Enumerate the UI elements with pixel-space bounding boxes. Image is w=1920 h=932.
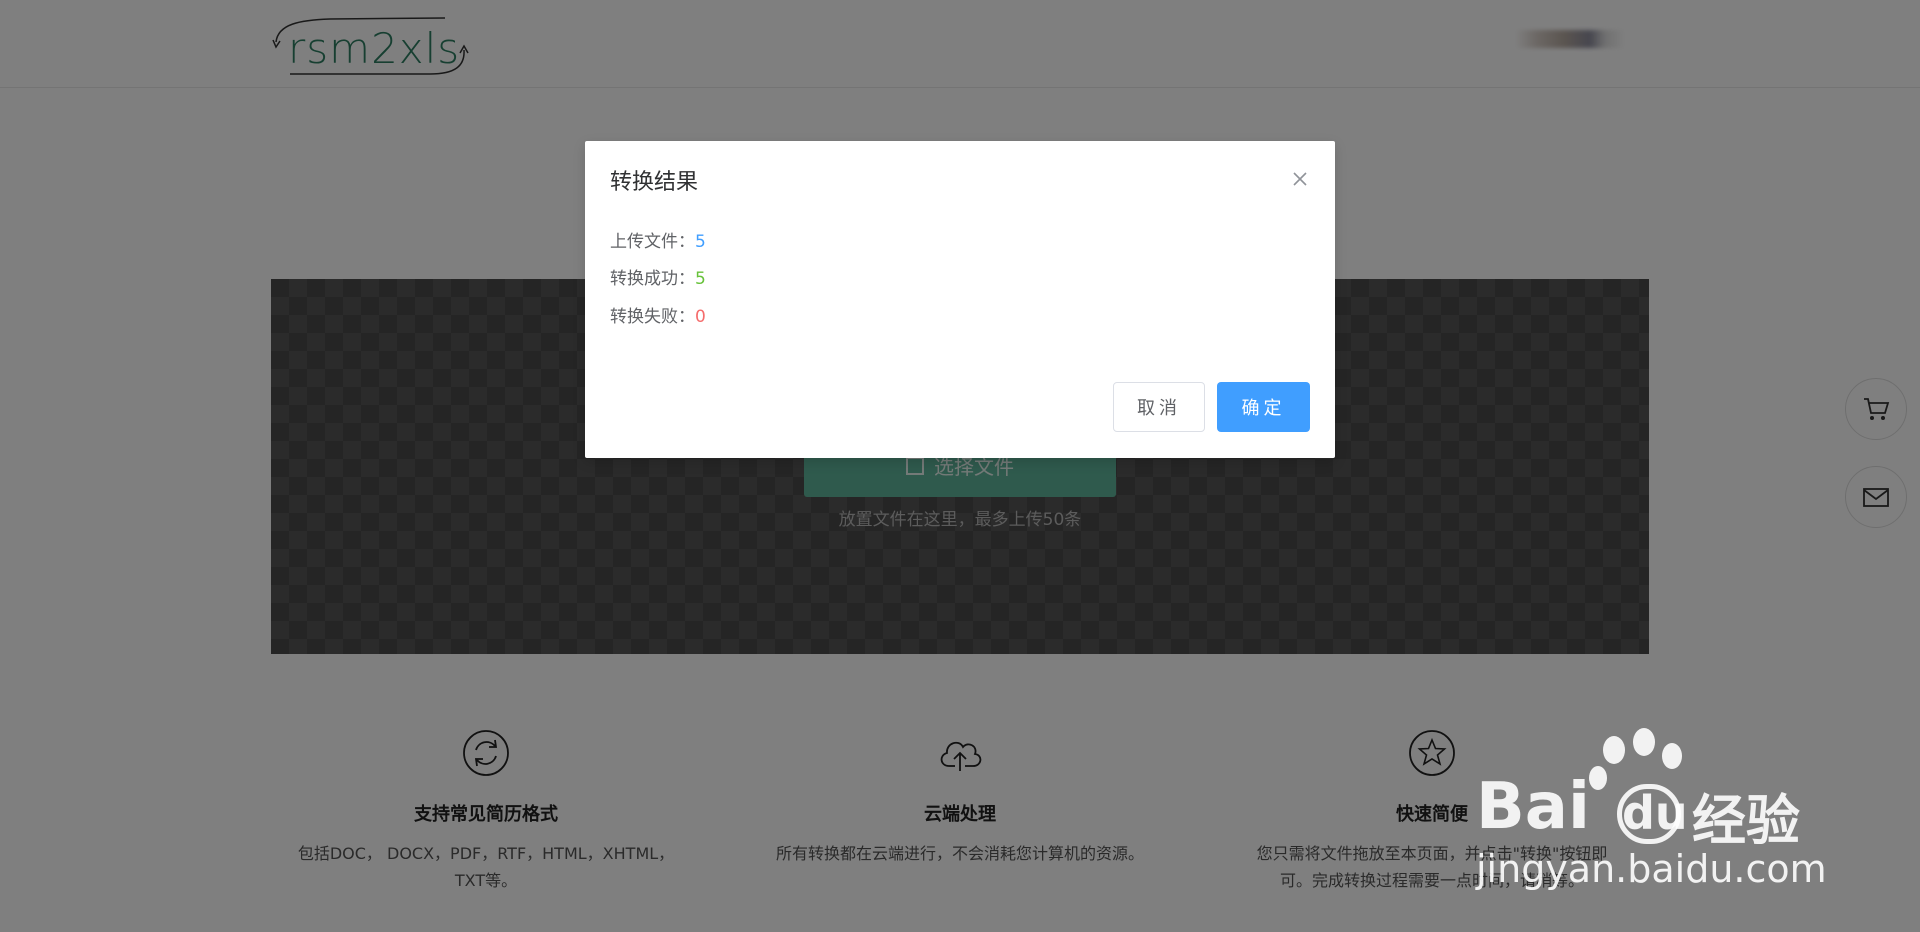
cancel-button[interactable]: 取消	[1113, 382, 1205, 432]
stat-label: 上传文件：	[610, 232, 695, 252]
conversion-result-dialog: 转换结果 上传文件：5 转换成功：5 转换失败：0 取消 确定	[585, 141, 1335, 458]
stat-value: 5	[695, 232, 706, 252]
stat-uploaded: 上传文件：5	[610, 227, 706, 252]
confirm-button[interactable]: 确定	[1217, 382, 1310, 432]
close-icon[interactable]	[1290, 169, 1310, 189]
dialog-title: 转换结果	[610, 170, 699, 195]
watermark-url: jingyan.baidu.com	[1476, 847, 1827, 891]
stat-label: 转换成功：	[610, 269, 695, 289]
baidu-watermark: Bai du 经验 jingyan.baidu.com	[1472, 728, 1920, 908]
stat-value: 5	[695, 269, 706, 289]
watermark-brand-du: du	[1617, 784, 1688, 844]
stat-success: 转换成功：5	[610, 264, 706, 289]
watermark-brand-cn: 经验	[1692, 789, 1800, 852]
stat-label: 转换失败：	[610, 307, 695, 327]
stat-failed: 转换失败：0	[610, 302, 706, 327]
stat-value: 0	[695, 307, 706, 327]
watermark-brand: Bai	[1476, 770, 1590, 844]
